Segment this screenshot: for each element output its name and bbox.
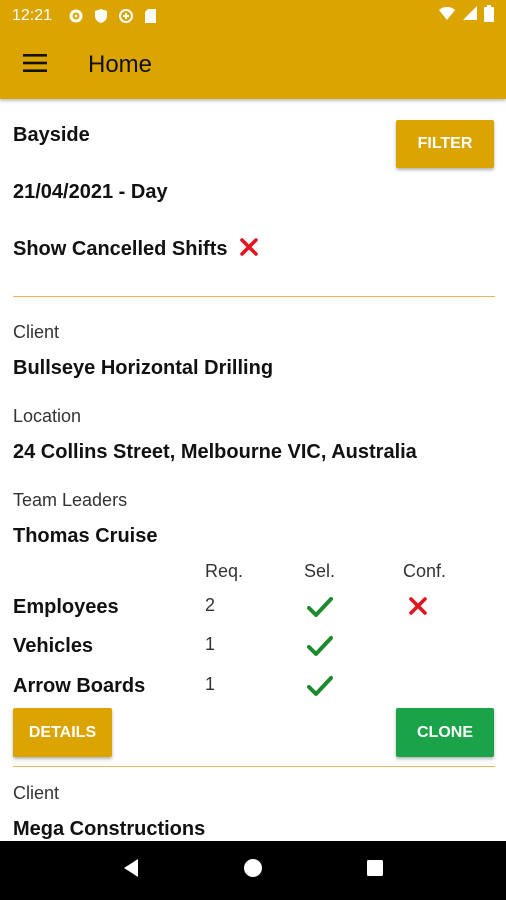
check-icon (307, 675, 333, 702)
filter-location: Bayside (13, 124, 90, 146)
row-label-employees: Employees (13, 596, 119, 618)
recents-button[interactable] (355, 851, 395, 891)
filter-button[interactable]: FILTER (396, 120, 494, 168)
system-nav-bar (0, 841, 506, 900)
location-label: Location (13, 406, 82, 426)
data-saver-icon (118, 8, 134, 24)
filter-date: 21/04/2021 - Day (13, 181, 168, 203)
wifi-icon (438, 5, 456, 26)
clone-button[interactable]: CLONE (396, 708, 494, 757)
client-label: Client (13, 783, 60, 803)
sd-card-icon (144, 8, 157, 24)
main-content[interactable]: Bayside FILTER 21/04/2021 - Day Show Can… (0, 99, 506, 841)
row-label-vehicles: Vehicles (13, 635, 94, 657)
cross-icon (408, 596, 428, 621)
app-bar: Home (0, 31, 506, 99)
row-req-employees: 2 (205, 595, 216, 615)
signal-icon (462, 5, 478, 26)
check-icon (307, 635, 333, 662)
shield-icon (94, 8, 108, 24)
recents-icon (366, 859, 384, 882)
row-req-arrow-boards: 1 (205, 674, 216, 694)
home-icon (243, 858, 263, 883)
status-bar: 12:21 (0, 0, 506, 31)
back-icon (122, 858, 140, 883)
row-req-vehicles: 1 (205, 634, 216, 654)
settings-icon (68, 8, 84, 24)
team-leaders-label: Team Leaders (13, 490, 128, 510)
show-cancelled-label: Show Cancelled Shifts (13, 238, 228, 260)
cross-icon (239, 237, 259, 262)
column-header-conf: Conf. (403, 561, 447, 581)
back-button[interactable] (111, 851, 151, 891)
divider (13, 296, 495, 297)
home-button[interactable] (233, 851, 273, 891)
check-icon (307, 596, 333, 623)
show-cancelled-toggle[interactable]: Show Cancelled Shifts (13, 237, 259, 262)
column-header-req: Req. (205, 561, 244, 581)
column-header-sel: Sel. (304, 561, 336, 581)
divider (13, 766, 495, 767)
location-value: 24 Collins Street, Melbourne VIC, Austra… (13, 441, 417, 463)
page-title: Home (88, 51, 153, 78)
client-name: Mega Constructions (13, 818, 206, 840)
client-label: Client (13, 322, 60, 342)
details-button[interactable]: DETAILS (13, 708, 112, 757)
hamburger-icon (23, 53, 47, 77)
team-leaders-value: Thomas Cruise (13, 525, 158, 547)
client-name: Bullseye Horizontal Drilling (13, 357, 274, 379)
status-time: 12:21 (12, 6, 53, 24)
menu-button[interactable] (0, 31, 70, 99)
battery-icon (484, 4, 494, 27)
row-label-arrow-boards: Arrow Boards (13, 675, 146, 697)
